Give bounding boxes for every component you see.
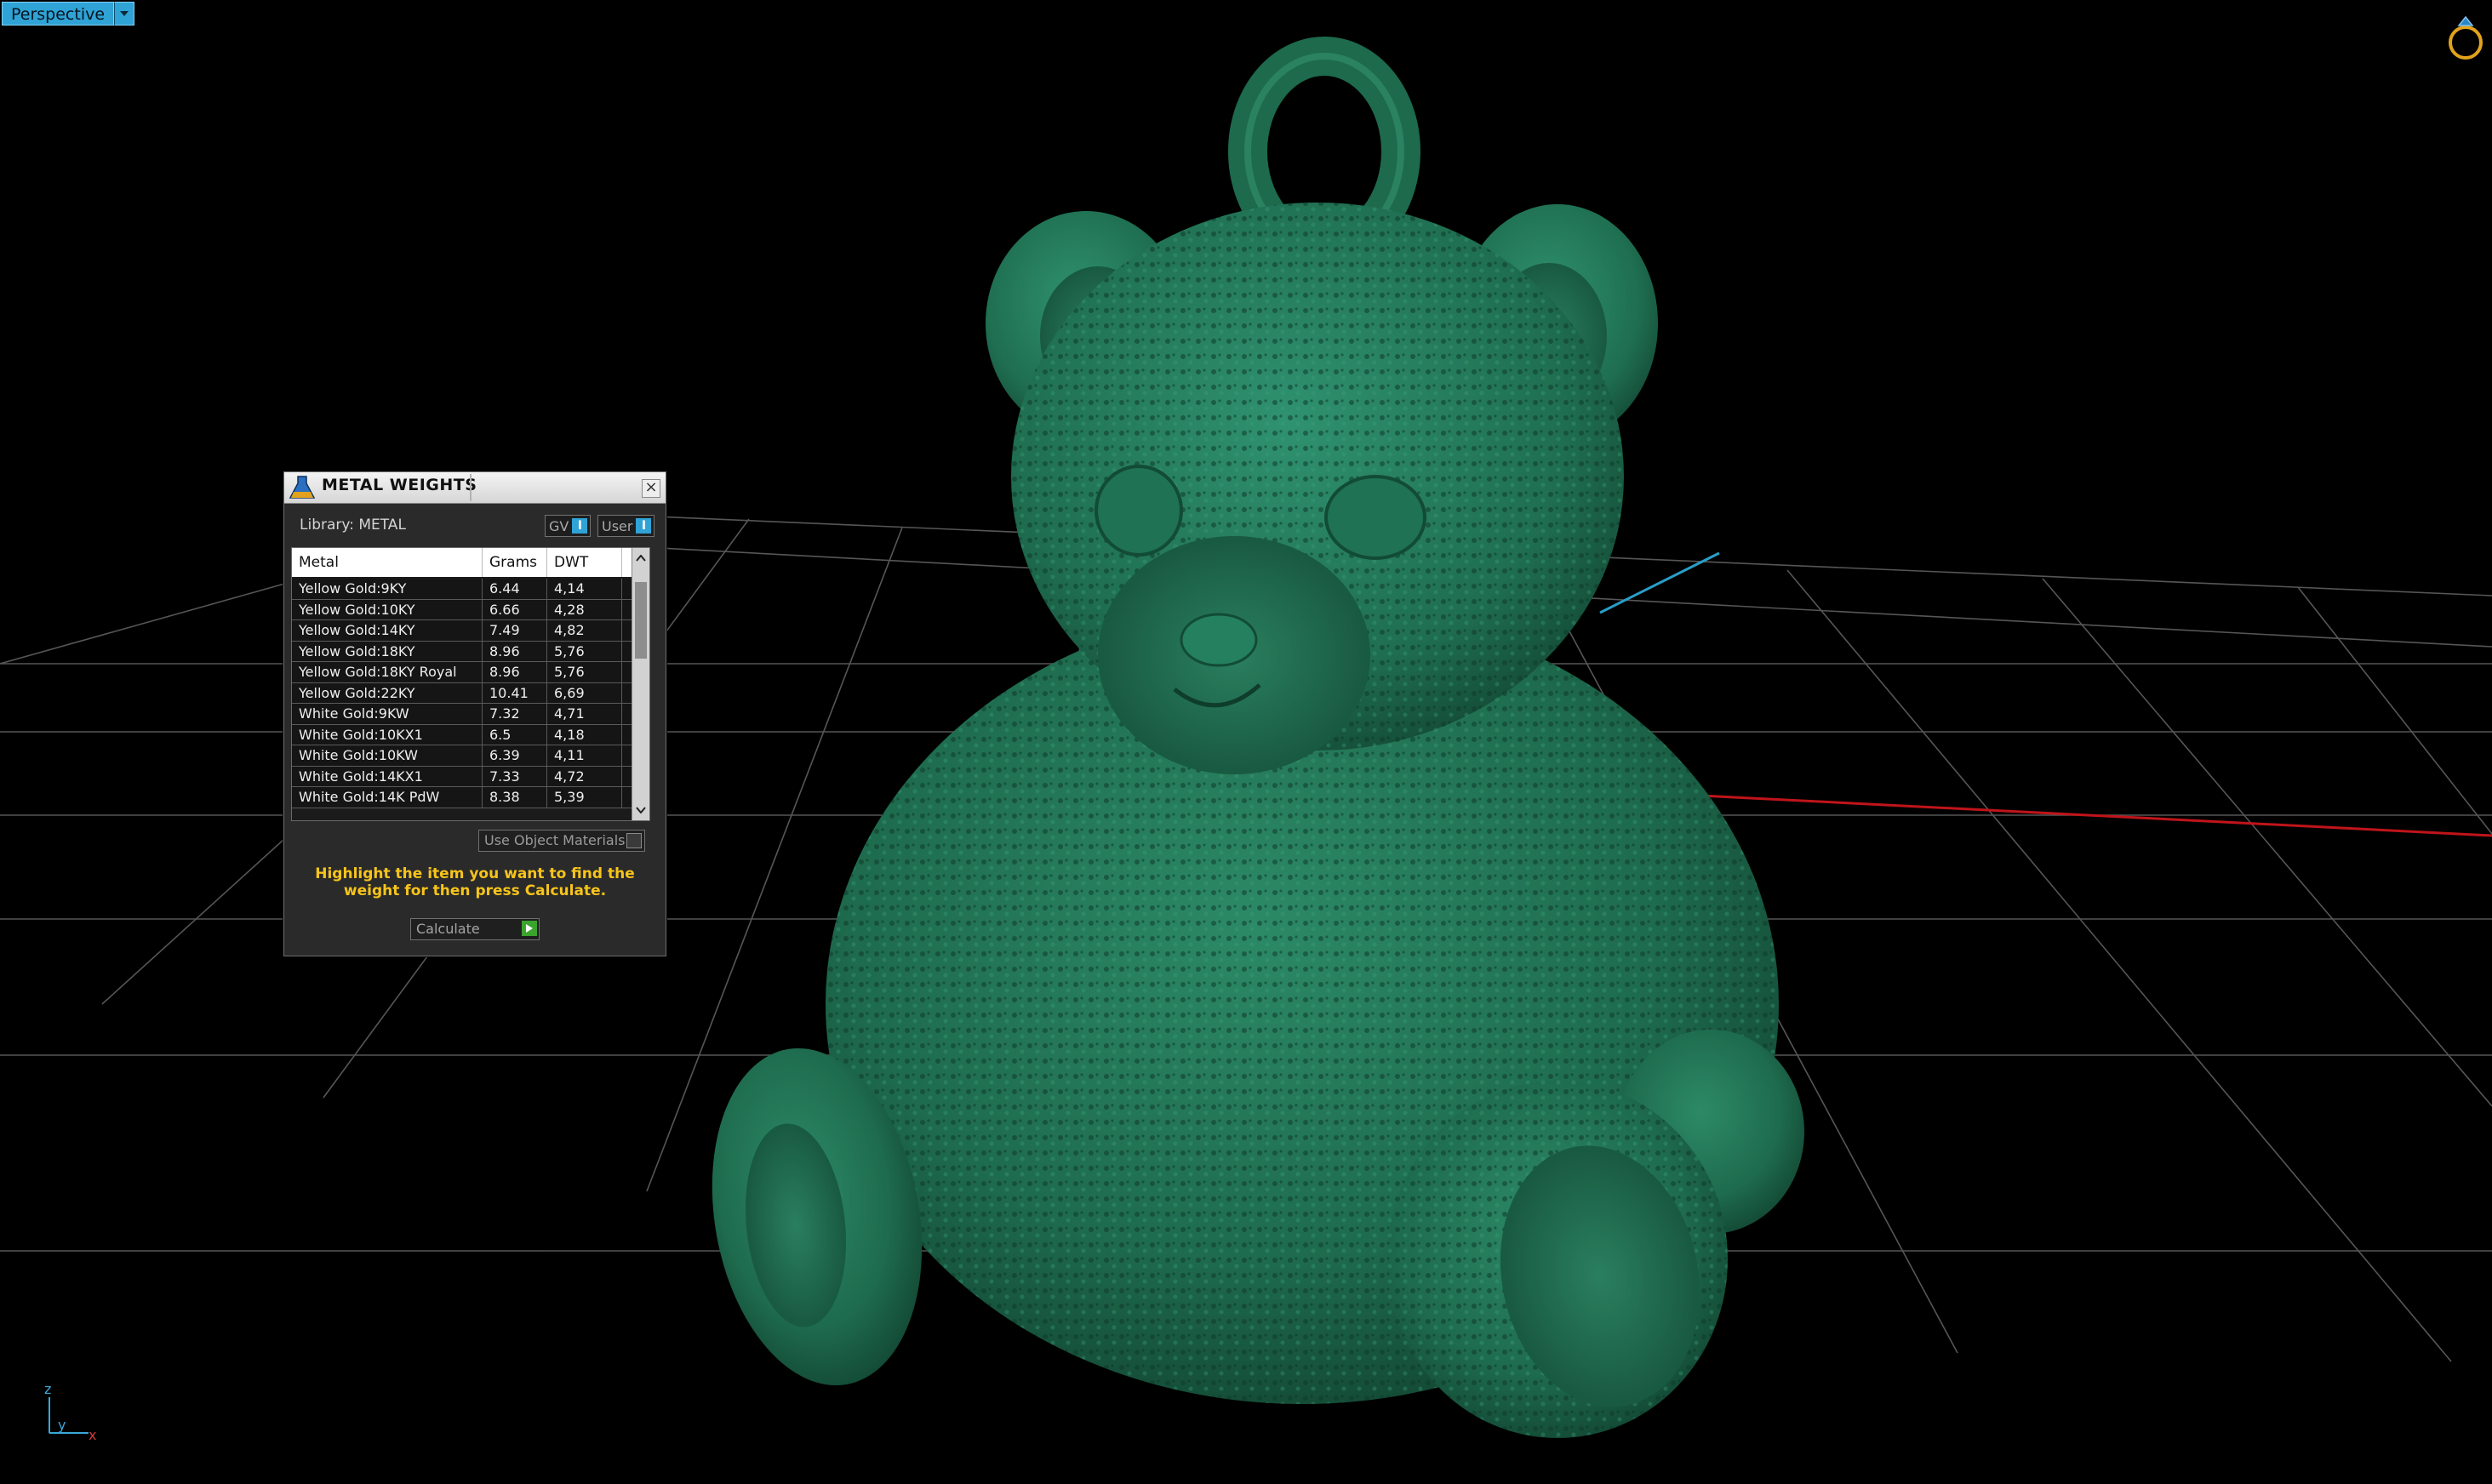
cell-metal: Yellow Gold:22KY — [292, 682, 483, 703]
metal-weights-table[interactable]: Metal Grams DWT Yellow Gold:9KY 6.44 4,14 … — [291, 547, 650, 821]
column-header-metal[interactable]: Metal — [292, 548, 483, 577]
table-row[interactable]: Yellow Gold:22KY 10.41 6,69 — [292, 682, 632, 704]
cell-metal: Yellow Gold:10KY — [292, 599, 483, 619]
cell-dwt: 4,18 — [547, 724, 622, 745]
play-icon[interactable] — [522, 921, 537, 936]
viewport-view-label[interactable]: Perspective — [2, 2, 115, 26]
cell-dwt: 6,69 — [547, 682, 622, 703]
scrollbar-thumb[interactable] — [635, 582, 647, 659]
cell-grams: 8.38 — [483, 787, 547, 808]
table-row[interactable]: Yellow Gold:9KY 6.44 4,14 — [292, 579, 632, 600]
table-header: Metal Grams DWT — [292, 548, 632, 577]
checkbox-box[interactable] — [626, 833, 642, 848]
column-header-grams[interactable]: Grams — [483, 548, 547, 577]
table-row[interactable]: Yellow Gold:10KY 6.66 4,28 — [292, 599, 632, 620]
table-row[interactable]: White Gold:10KW 6.39 4,11 — [292, 745, 632, 767]
cell-grams: 7.49 — [483, 620, 547, 641]
table-row[interactable]: Yellow Gold:14KY 7.49 4,82 — [292, 620, 632, 642]
titlebar-divider — [470, 474, 472, 501]
cell-dwt: 5,76 — [547, 662, 622, 682]
chevron-down-icon[interactable] — [114, 2, 135, 26]
teddy-bear-model — [712, 37, 1804, 1438]
calculate-label: Calculate — [416, 921, 480, 937]
axis-triad-icon: z y x — [44, 1381, 96, 1443]
cell-grams: 7.33 — [483, 766, 547, 786]
cell-dwt: 4,72 — [547, 766, 622, 786]
table-scrollbar[interactable] — [632, 548, 649, 820]
close-icon[interactable]: × — [642, 479, 660, 498]
instruction-text: Highlight the item you want to find the … — [315, 865, 635, 899]
axis-x-label: x — [89, 1427, 96, 1443]
cell-dwt: 4,71 — [547, 704, 622, 724]
user-toggle[interactable]: User I — [597, 515, 655, 537]
cell-grams: 6.44 — [483, 579, 547, 599]
cell-metal: White Gold:10KX1 — [292, 724, 483, 745]
cell-grams: 7.32 — [483, 704, 547, 724]
cell-metal: Yellow Gold:18KY Royal — [292, 662, 483, 682]
cell-grams: 6.66 — [483, 599, 547, 619]
axis-z-label: z — [44, 1381, 51, 1397]
cell-dwt: 4,28 — [547, 599, 622, 619]
cell-metal: White Gold:10KW — [292, 745, 483, 766]
gv-toggle-indicator[interactable]: I — [572, 518, 588, 534]
column-header-dwt[interactable]: DWT — [547, 548, 622, 577]
axis-y-label: y — [58, 1417, 66, 1433]
use-object-materials-label: Use Object Materials — [484, 832, 626, 848]
cell-dwt: 4,14 — [547, 579, 622, 599]
cell-metal: Yellow Gold:18KY — [292, 641, 483, 661]
scroll-down-icon[interactable] — [632, 802, 649, 819]
table-row[interactable]: Yellow Gold:18KY 8.96 5,76 — [292, 641, 632, 662]
table-row[interactable]: White Gold:14K PdW 8.38 5,39 — [292, 787, 632, 808]
cell-metal: Yellow Gold:14KY — [292, 620, 483, 641]
cell-grams: 10.41 — [483, 682, 547, 703]
table-row[interactable]: Yellow Gold:18KY Royal 8.96 5,76 — [292, 662, 632, 683]
gv-toggle[interactable]: GV I — [545, 515, 592, 537]
cell-dwt: 5,39 — [547, 787, 622, 808]
scroll-up-icon[interactable] — [632, 550, 649, 567]
cell-grams: 6.5 — [483, 724, 547, 745]
flask-icon — [289, 476, 316, 499]
calculate-button[interactable]: Calculate — [410, 918, 540, 940]
table-body: Yellow Gold:9KY 6.44 4,14 Yellow Gold:10KY… — [292, 579, 632, 808]
table-row[interactable]: White Gold:9KW 7.32 4,71 — [292, 704, 632, 725]
metal-weights-panel[interactable]: METAL WEIGHTS × Library: METAL GV I User… — [283, 471, 666, 956]
library-label: Library: METAL — [300, 517, 406, 534]
cell-dwt: 4,82 — [547, 620, 622, 641]
table-row[interactable]: White Gold:10KX1 6.5 4,18 — [292, 724, 632, 745]
cell-metal: White Gold:14KX1 — [292, 766, 483, 786]
panel-titlebar[interactable]: METAL WEIGHTS × — [284, 472, 666, 504]
user-toggle-indicator[interactable]: I — [636, 518, 652, 534]
viewport-view-selector[interactable]: Perspective — [2, 2, 135, 26]
cell-grams: 6.39 — [483, 745, 547, 766]
cell-metal: Yellow Gold:9KY — [292, 579, 483, 599]
cell-metal: White Gold:9KW — [292, 704, 483, 724]
user-toggle-label: User — [602, 517, 633, 534]
use-object-materials-checkbox[interactable]: Use Object Materials — [478, 830, 645, 852]
cell-metal: White Gold:14K PdW — [292, 787, 483, 808]
cell-grams: 8.96 — [483, 662, 547, 682]
cell-dwt: 4,11 — [547, 745, 622, 766]
cell-dwt: 5,76 — [547, 641, 622, 661]
table-row[interactable]: White Gold:14KX1 7.33 4,72 — [292, 766, 632, 787]
ring-icon[interactable] — [2446, 12, 2485, 63]
cell-grams: 8.96 — [483, 641, 547, 661]
gv-toggle-label: GV — [549, 517, 569, 534]
panel-title: METAL WEIGHTS — [322, 476, 477, 494]
